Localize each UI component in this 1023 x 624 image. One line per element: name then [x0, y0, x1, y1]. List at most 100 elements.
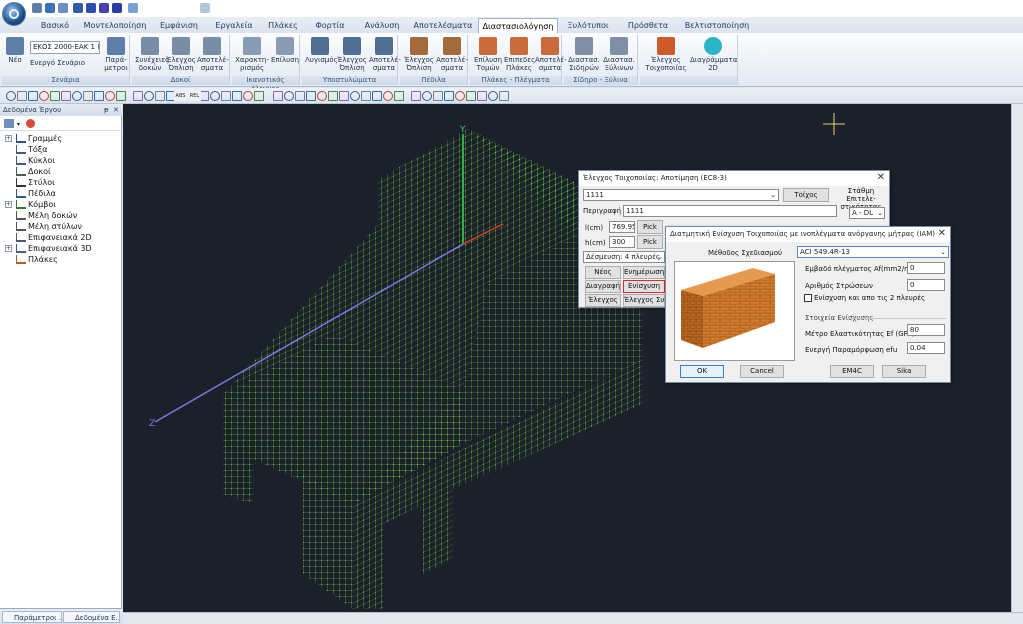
polyline-icon[interactable]	[466, 91, 476, 101]
ribbon-tab-0[interactable]: Βασικό	[32, 18, 78, 33]
expand-icon[interactable]: +	[5, 245, 12, 252]
snap-icon[interactable]	[488, 91, 498, 101]
tree-item[interactable]: Πλάκες	[0, 254, 122, 265]
vertical-scrollbar[interactable]	[1011, 104, 1023, 612]
line-icon[interactable]	[155, 91, 165, 101]
download-icon[interactable]	[112, 3, 122, 13]
grid-icon[interactable]	[350, 91, 360, 101]
ribbon-tab-4[interactable]: Πλάκες	[262, 18, 304, 33]
ribbon-tab-7[interactable]: Αποτελέσματα	[410, 18, 476, 33]
ribbon-tab-10[interactable]: Πρόσθετα	[618, 18, 678, 33]
new-button[interactable]: Νέος	[585, 266, 621, 279]
node-icon[interactable]	[328, 91, 338, 101]
ribbon-button-2-1[interactable]: Επίλυση	[270, 37, 300, 64]
description-input[interactable]: 1111	[623, 205, 837, 217]
close-icon[interactable]: ✕	[877, 172, 885, 184]
zoom-window-icon[interactable]	[383, 91, 393, 101]
zoom-in-icon[interactable]	[361, 91, 371, 101]
ribbon-button-5-0[interactable]: Επίλυση Τομών	[473, 37, 503, 72]
horizontal-scrollbar[interactable]	[123, 612, 1023, 624]
expand-icon[interactable]: +	[5, 201, 12, 208]
redo-view-icon[interactable]	[284, 91, 294, 101]
line-icon[interactable]	[306, 91, 316, 101]
delete-icon[interactable]	[295, 91, 305, 101]
modulus-input[interactable]: 80	[907, 324, 945, 336]
tree-item[interactable]: + Επιφανειακά 3D	[0, 243, 122, 254]
pin-icon[interactable]: ᵽ	[104, 104, 109, 116]
method-select[interactable]: ACI 549.4R-13 ⌄	[797, 246, 949, 258]
tree-item[interactable]: Δοκοί	[0, 166, 122, 177]
zoom-in-icon[interactable]	[210, 91, 220, 101]
app-menu-button[interactable]	[2, 2, 26, 26]
sika-button[interactable]: Sika	[882, 365, 926, 378]
redo-icon[interactable]	[86, 3, 96, 13]
cancel-button[interactable]: Cancel	[740, 365, 784, 378]
snap-icon[interactable]	[39, 91, 49, 101]
ribbon-button-5-2[interactable]: Αποτελέ-σματα	[535, 37, 567, 72]
ribbon-button-0-1[interactable]: Ενεργό Σενάριο	[30, 59, 85, 67]
tree-item[interactable]: Τόξα	[0, 144, 122, 155]
ribbon-tab-8[interactable]: Διαστασιολόγηση	[478, 18, 558, 33]
redo-view-icon[interactable]	[133, 91, 143, 101]
pick-l-button[interactable]: Pick	[637, 220, 663, 234]
delete-button[interactable]: Διαγραφή	[585, 280, 621, 293]
ribbon-button-6-1[interactable]: Διαστασ. Ξύλινων	[602, 37, 636, 72]
grid-icon[interactable]	[499, 91, 509, 101]
ribbon-button-7-1[interactable]: Διαγράμματα 2D	[690, 37, 737, 72]
tree-item[interactable]: Μέλη δοκών	[0, 210, 122, 221]
undo-view-icon[interactable]	[422, 91, 432, 101]
update-button[interactable]: Ενημέρωση	[623, 266, 665, 279]
ribbon-button-1-1[interactable]: Έλεγχος Όπλιση	[166, 37, 196, 72]
close-icon[interactable]: ✕	[113, 104, 119, 116]
ribbon-tab-6[interactable]: Ανάλυση	[356, 18, 408, 33]
walls-button[interactable]: Τοίχος	[783, 188, 829, 202]
tree-item[interactable]: + Γραμμές	[0, 133, 122, 144]
zoom-window-icon[interactable]	[232, 91, 242, 101]
redo-view-icon[interactable]	[433, 91, 443, 101]
area-input[interactable]: 0	[907, 262, 945, 274]
tree-options-icon[interactable]	[4, 119, 14, 128]
tree-item[interactable]: Στύλοι	[0, 177, 122, 188]
line-icon[interactable]	[455, 91, 465, 101]
reinforce-button[interactable]: Ενίσχυση	[623, 280, 665, 293]
upload-icon[interactable]	[99, 3, 109, 13]
chevron-down-icon[interactable]: ▾	[17, 121, 20, 128]
wall-select[interactable]: 1111 ⌄	[583, 189, 779, 201]
both-sides-checkbox[interactable]	[804, 294, 812, 302]
scenario-combo[interactable]: ΕΚΟΣ 2000-ΕΑΚ 1 (Ε	[30, 41, 100, 54]
layout-icon[interactable]	[200, 3, 210, 13]
pan-icon[interactable]	[394, 91, 404, 101]
polyline-icon[interactable]	[317, 91, 327, 101]
ribbon-tab-3[interactable]: Εργαλεία	[208, 18, 260, 33]
ribbon-button-5-1[interactable]: Επιπεδες Πλάκες	[504, 37, 535, 72]
ribbon-tab-9[interactable]: Ξυλότυποι	[560, 18, 616, 33]
open-icon[interactable]	[45, 3, 55, 13]
tree-item[interactable]: Πέδιλα	[0, 188, 122, 199]
performance-select[interactable]: A - DL ⌄	[849, 207, 885, 219]
undo-view-icon[interactable]	[273, 91, 283, 101]
zoom-window-icon[interactable]	[83, 91, 93, 101]
tab-parameters[interactable]: Παράμετροι ...	[2, 611, 62, 623]
toolbar-label-0[interactable]: ABS	[174, 91, 187, 101]
ribbon-button-3-1[interactable]: Έλεγχος Όπλιση	[336, 37, 368, 72]
check-wall-button[interactable]: Έλεγχος Συν	[623, 294, 665, 307]
ribbon-button-3-2[interactable]: Αποτελέ-σματα	[369, 37, 401, 72]
check-button[interactable]: Έλεγχος	[585, 294, 621, 307]
ribbon-button-4-1[interactable]: Αποτελέ-σματα	[436, 37, 468, 72]
toolbar-label-1[interactable]: REL	[188, 91, 201, 101]
ribbon-button-0-2[interactable]: Παρά-μετροι	[102, 37, 130, 72]
refresh-icon[interactable]	[26, 119, 35, 128]
delete-icon[interactable]	[444, 91, 454, 101]
ribbon-button-7-0[interactable]: Έλεγχος Τοιχοποιίας	[643, 37, 689, 72]
pan-icon[interactable]	[243, 91, 253, 101]
tab-project-data[interactable]: Δεδομένα Ε...	[63, 611, 120, 623]
l-input[interactable]: 769.95	[609, 221, 635, 233]
pan-icon[interactable]	[94, 91, 104, 101]
ribbon-tab-11[interactable]: Βελτιστοποίηση	[680, 18, 754, 33]
snap-icon[interactable]	[339, 91, 349, 101]
ribbon-button-0-0[interactable]: Νέο	[5, 37, 25, 64]
node-icon[interactable]	[477, 91, 487, 101]
tree-item[interactable]: Κύκλοι	[0, 155, 122, 166]
undo-view-icon[interactable]	[116, 91, 126, 101]
tree-item[interactable]: + Κόμβοι	[0, 199, 122, 210]
